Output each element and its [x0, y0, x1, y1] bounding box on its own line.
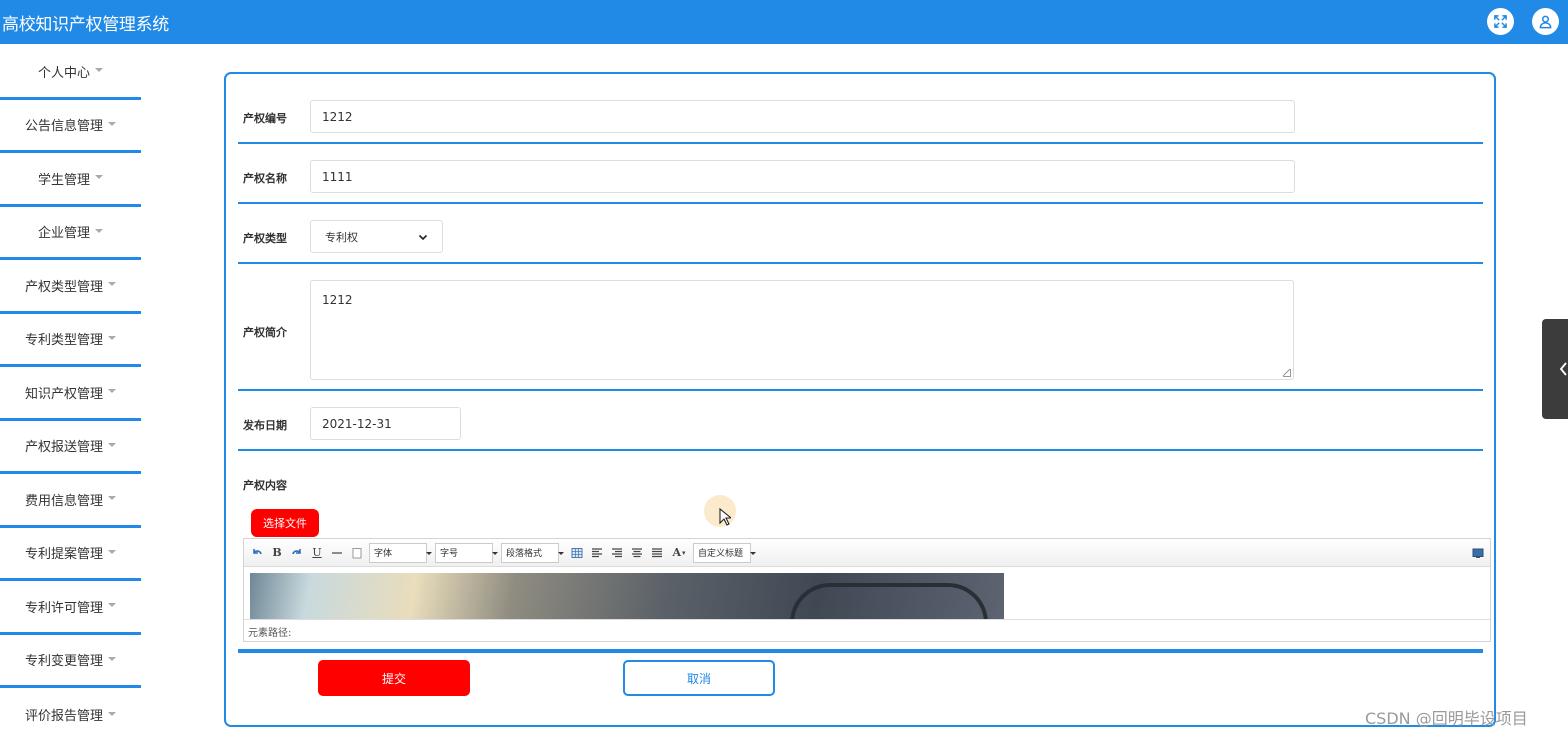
ip-type-selected-value: 专利权	[325, 230, 358, 244]
publish-date-input[interactable]: 2021-12-31	[310, 407, 461, 440]
redo-icon[interactable]	[289, 545, 305, 561]
sidebar-item-ip-types[interactable]: 产权类型管理	[0, 260, 141, 314]
ip-intro-textarea[interactable]: 1212	[310, 280, 1294, 380]
content-image	[250, 573, 1004, 619]
caret-down-icon	[108, 335, 116, 340]
fullscreen-editor-icon[interactable]	[1470, 545, 1486, 561]
fullscreen-icon[interactable]	[1487, 8, 1514, 35]
app-title: 高校知识产权管理系统	[2, 15, 169, 35]
sidebar-item-label: 专利提案管理	[24, 547, 103, 563]
caret-down-icon	[95, 68, 103, 73]
editor-toolbar: B U 字体 字号 段落格式 A ▾ 自定义标题	[244, 539, 1490, 567]
sidebar-item-announcements[interactable]: 公告信息管理	[0, 100, 141, 153]
sidebar-item-ip-management[interactable]: 知识产权管理	[0, 367, 141, 421]
caret-down-icon	[108, 549, 116, 554]
caret-down-icon	[108, 496, 116, 501]
horizontal-rule-icon[interactable]	[329, 545, 345, 561]
caret-down-icon	[108, 121, 116, 126]
sidebar-item-label: 专利许可管理	[24, 600, 103, 616]
sidebar-item-personal-center[interactable]: 个人中心	[0, 46, 141, 100]
caret-down-icon	[108, 442, 116, 447]
mouse-cursor	[704, 495, 736, 527]
undo-icon[interactable]	[249, 545, 265, 561]
align-right-icon[interactable]	[609, 545, 625, 561]
editor-content-area[interactable]	[244, 567, 1490, 619]
sidebar-item-patent-proposals[interactable]: 专利提案管理	[0, 528, 141, 581]
chevron-left-icon	[1559, 362, 1567, 376]
font-family-combo[interactable]: 字体	[369, 542, 432, 563]
caret-down-icon	[108, 389, 116, 394]
sidebar-item-label: 评价报告管理	[24, 709, 103, 725]
submit-button[interactable]: 提交	[318, 660, 470, 696]
caret-down-icon	[108, 282, 116, 287]
sidebar-item-patent-types[interactable]: 专利类型管理	[0, 314, 141, 367]
caret-down-icon	[108, 656, 116, 661]
sidebar-item-label: 产权类型管理	[24, 279, 103, 295]
user-icon[interactable]	[1532, 8, 1559, 35]
side-drawer-toggle[interactable]	[1542, 319, 1568, 419]
caret-down-icon	[108, 603, 116, 608]
top-bar: 高校知识产权管理系统	[0, 0, 1568, 44]
align-justify-icon[interactable]	[649, 545, 665, 561]
sidebar: 个人中心 公告信息管理 学生管理 企业管理 产权类型管理 专利类型管理 知识产权…	[0, 46, 141, 742]
sidebar-item-patent-changes[interactable]: 专利变更管理	[0, 635, 141, 688]
field-label: 产权简介	[243, 326, 287, 339]
ip-type-select[interactable]: 专利权	[310, 220, 443, 253]
rich-text-editor: B U 字体 字号 段落格式 A ▾ 自定义标题 元素路径:	[243, 538, 1491, 642]
element-path-bar: 元素路径:	[244, 619, 1490, 641]
sidebar-item-ip-submission[interactable]: 产权报送管理	[0, 421, 141, 474]
watermark-text: CSDN @回明毕设项目	[1365, 709, 1528, 728]
pointer-icon	[719, 508, 731, 526]
align-left-icon[interactable]	[589, 545, 605, 561]
form-row-type: 产权类型 专利权	[238, 204, 1483, 264]
sidebar-item-students[interactable]: 学生管理	[0, 153, 141, 207]
sidebar-item-label: 知识产权管理	[24, 386, 103, 402]
sidebar-item-label: 产权报送管理	[24, 440, 103, 456]
form-row-intro: 产权简介 1212	[238, 264, 1483, 391]
sidebar-item-fees[interactable]: 费用信息管理	[0, 474, 141, 528]
field-label: 发布日期	[243, 419, 287, 432]
custom-heading-combo[interactable]: 自定义标题	[693, 542, 756, 563]
ip-name-input[interactable]: 1111	[310, 160, 1295, 193]
chevron-down-icon	[418, 234, 428, 240]
resize-handle-icon[interactable]	[1283, 369, 1291, 377]
sidebar-item-label: 专利类型管理	[24, 333, 103, 349]
paste-icon[interactable]	[349, 545, 365, 561]
edit-form-panel: 产权编号 1212 产权名称 1111 产权类型 专利权 产权简介 1212 发…	[224, 72, 1496, 727]
align-center-icon[interactable]	[629, 545, 645, 561]
sidebar-item-label: 学生管理	[37, 172, 90, 188]
sidebar-item-evaluation-reports[interactable]: 评价报告管理	[0, 688, 141, 742]
paragraph-format-combo[interactable]: 段落格式	[501, 542, 564, 563]
sidebar-item-patent-licenses[interactable]: 专利许可管理	[0, 581, 141, 635]
field-label: 产权类型	[243, 232, 287, 245]
form-row-actions	[238, 651, 1483, 653]
caret-down-icon	[108, 711, 116, 716]
sidebar-item-label: 个人中心	[37, 65, 90, 81]
sidebar-item-label: 企业管理	[37, 226, 90, 242]
sidebar-item-label: 费用信息管理	[24, 493, 103, 509]
table-icon[interactable]	[569, 545, 585, 561]
cancel-button[interactable]: 取消	[623, 660, 775, 696]
bold-icon[interactable]: B	[269, 545, 285, 561]
form-row-date: 发布日期 2021-12-31	[238, 391, 1483, 451]
ip-intro-value: 1212	[322, 293, 353, 307]
sidebar-item-label: 专利变更管理	[24, 654, 103, 670]
font-size-combo[interactable]: 字号	[435, 542, 498, 563]
choose-file-button[interactable]: 选择文件	[251, 509, 319, 537]
sidebar-item-label: 公告信息管理	[24, 119, 103, 135]
caret-down-icon	[95, 175, 103, 180]
field-label: 产权名称	[243, 172, 287, 185]
sidebar-item-enterprises[interactable]: 企业管理	[0, 207, 141, 260]
caret-down-icon	[95, 228, 103, 233]
ip-number-input[interactable]: 1212	[310, 100, 1295, 133]
form-row-number: 产权编号 1212	[238, 84, 1483, 144]
field-label: 产权编号	[243, 112, 287, 125]
underline-icon[interactable]: U	[309, 545, 325, 561]
field-label: 产权内容	[243, 479, 287, 492]
form-row-name: 产权名称 1111	[238, 144, 1483, 204]
font-color-icon[interactable]: A ▾	[669, 545, 689, 561]
